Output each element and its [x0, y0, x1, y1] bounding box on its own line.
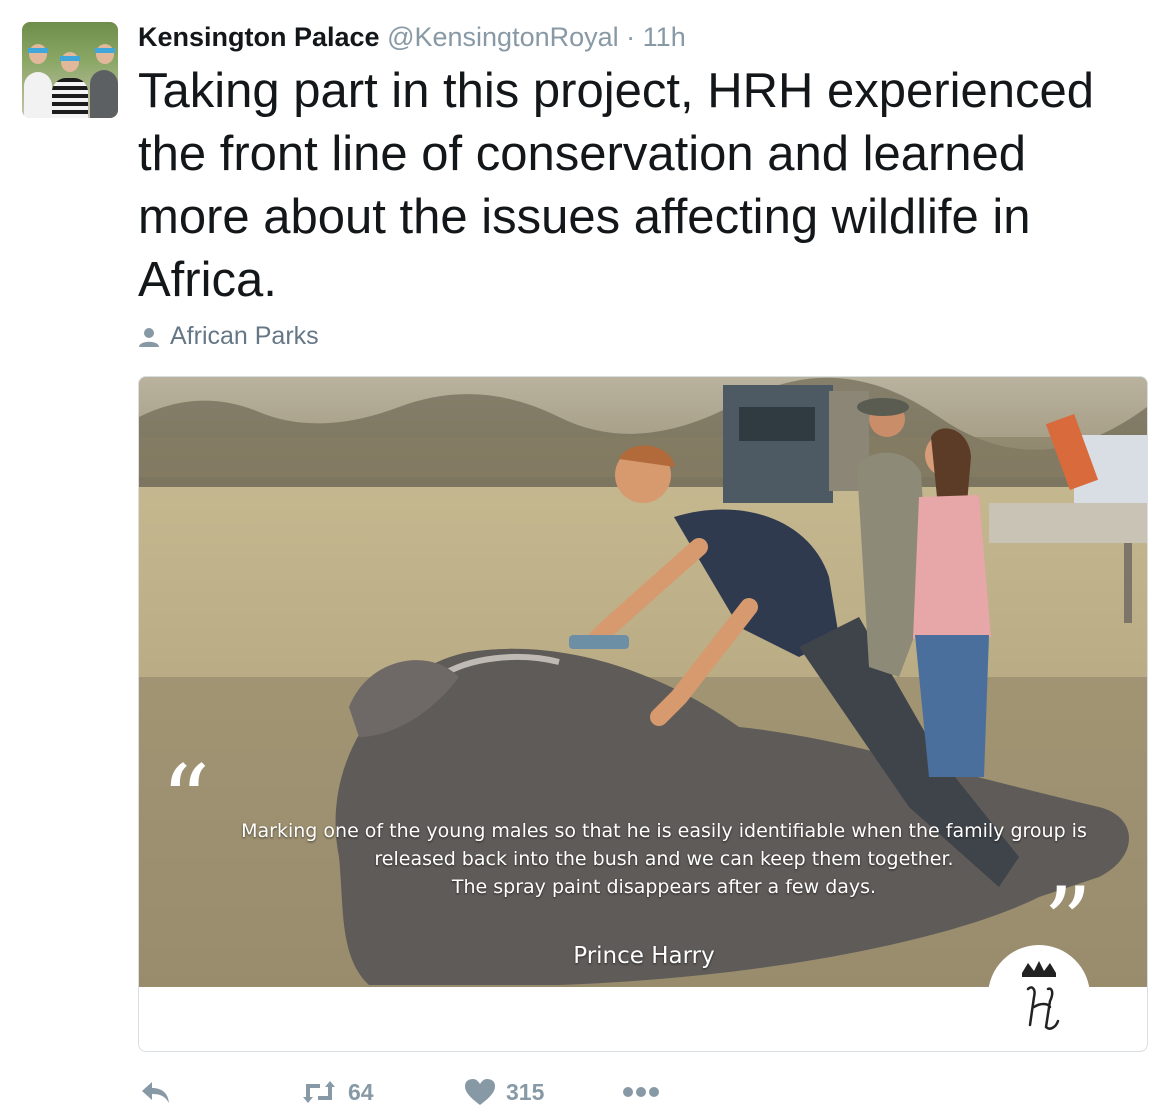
- avatar[interactable]: [22, 22, 118, 118]
- retweet-count: 64: [348, 1078, 374, 1105]
- tweet-text: Taking part in this project, HRH experie…: [138, 64, 1094, 307]
- more-icon: [623, 1087, 659, 1097]
- tagged-user-label: African Parks: [170, 322, 319, 350]
- tweet-header: Kensington Palace @KensingtonRoyal · 11h: [138, 20, 686, 54]
- more-button[interactable]: [622, 1086, 660, 1098]
- reply-button[interactable]: [138, 1078, 172, 1106]
- quote-line: The spray paint disappears after a few d…: [451, 876, 877, 898]
- heart-icon: [465, 1079, 495, 1105]
- media-card[interactable]: “ ” Marking one of the young males so th…: [138, 376, 1148, 1052]
- quote-line: Marking one of the young males so that h…: [241, 820, 1087, 842]
- quote-text: Marking one of the young males so that h…: [199, 817, 1129, 901]
- retweet-button[interactable]: 64: [300, 1078, 374, 1106]
- reply-icon: [142, 1082, 169, 1103]
- like-button[interactable]: 315: [464, 1078, 544, 1106]
- retweet-icon: [303, 1081, 335, 1103]
- royal-cypher-emblem: [988, 945, 1090, 1047]
- quote-line: released back into the bush and we can k…: [374, 848, 954, 870]
- timestamp[interactable]: 11h: [643, 22, 686, 52]
- separator: ·: [626, 22, 636, 52]
- quote-attribution: Prince Harry: [573, 943, 715, 969]
- tagged-user[interactable]: African Parks: [138, 322, 319, 351]
- like-count: 315: [506, 1078, 545, 1105]
- person-icon: [139, 327, 159, 347]
- author-name[interactable]: Kensington Palace: [138, 22, 380, 52]
- crown-monogram-icon: [1022, 961, 1060, 1030]
- author-handle[interactable]: @KensingtonRoyal: [387, 22, 619, 52]
